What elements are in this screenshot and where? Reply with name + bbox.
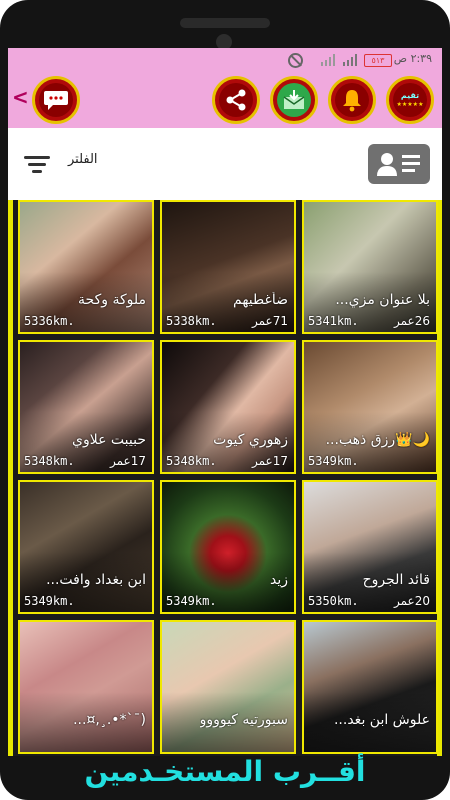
user-name: ضأغطيهم bbox=[233, 292, 288, 308]
user-card[interactable]: بلا عنوان مزي... 26عمر 5341km. bbox=[302, 200, 438, 334]
user-card[interactable]: علوش ابن بغد... bbox=[302, 620, 438, 754]
user-name: زهوري كيوت bbox=[213, 432, 288, 448]
user-age: 20عمر bbox=[394, 594, 430, 608]
user-age: 17عمر bbox=[252, 454, 288, 468]
user-name: سبورتيه كيوووو bbox=[199, 712, 288, 728]
user-age: 26عمر bbox=[394, 314, 430, 328]
notifications-button[interactable] bbox=[328, 76, 376, 124]
user-card[interactable]: سبورتيه كيوووو bbox=[160, 620, 296, 754]
vip-button[interactable]: تقيم ★★★★★ bbox=[386, 76, 434, 124]
filter-icon[interactable] bbox=[24, 154, 50, 174]
nearest-users-title: أقــرب المستخـدمين bbox=[84, 755, 366, 788]
user-distance: 5341km. bbox=[308, 314, 359, 328]
stars-icon: ★★★★★ bbox=[396, 101, 424, 108]
user-name: زيد bbox=[269, 572, 288, 588]
user-distance: 5349km. bbox=[166, 594, 217, 608]
vip-label: تقيم bbox=[400, 91, 420, 100]
user-distance: 5348km. bbox=[166, 454, 217, 468]
user-name: 🌙👑رزق ذهب... bbox=[325, 432, 430, 448]
share-button[interactable] bbox=[212, 76, 260, 124]
user-distance: 5349km. bbox=[308, 454, 359, 468]
user-name: قائد الجروح bbox=[362, 572, 430, 588]
chevron-left-icon[interactable]: < bbox=[12, 86, 29, 108]
user-name: ابن بغداد وافت... bbox=[46, 572, 146, 588]
user-distance: 5350km. bbox=[308, 594, 359, 608]
user-card[interactable]: (¯`*•.¸,¤... bbox=[18, 620, 154, 754]
user-name: (¯`*•.¸,¤... bbox=[73, 712, 146, 728]
user-distance: 5336km. bbox=[24, 314, 75, 328]
user-card[interactable]: حبيبت علاوي 17عمر 5348km. bbox=[18, 340, 154, 474]
do-not-disturb-icon bbox=[288, 53, 303, 68]
filter-label[interactable]: الفلتر bbox=[68, 152, 98, 167]
inbox-button[interactable] bbox=[270, 76, 318, 124]
user-name: ملوكة وكحة bbox=[78, 292, 146, 308]
battery-icon: ٥١٣ bbox=[364, 54, 392, 67]
contact-card-icon bbox=[377, 153, 420, 176]
user-card[interactable]: زيد 5349km. bbox=[160, 480, 296, 614]
phone-frame: ٢:٣٩ ص ٥١٣ < تقيم ★★★★★ الفلتر بلا عنوان… bbox=[0, 0, 450, 800]
bell-icon bbox=[343, 90, 361, 112]
user-distance: 5349km. bbox=[24, 594, 75, 608]
top-toolbar: < تقيم ★★★★★ bbox=[8, 72, 442, 128]
status-bar: ٢:٣٩ ص ٥١٣ bbox=[8, 48, 442, 72]
user-card[interactable]: ملوكة وكحة 5336km. bbox=[18, 200, 154, 334]
nearby-users-grid: بلا عنوان مزي... 26عمر 5341km. ضأغطيهم 7… bbox=[8, 200, 442, 756]
chat-bubble-icon bbox=[44, 91, 68, 110]
user-card[interactable]: ابن بغداد وافت... 5349km. bbox=[18, 480, 154, 614]
user-card[interactable]: ضأغطيهم 71عمر 5338km. bbox=[160, 200, 296, 334]
vip-badge-icon: تقيم ★★★★★ bbox=[397, 91, 424, 109]
user-distance: 5338km. bbox=[166, 314, 217, 328]
user-age: 71عمر bbox=[252, 314, 288, 328]
user-name: حبيبت علاوي bbox=[72, 432, 146, 448]
user-age: 17عمر bbox=[110, 454, 146, 468]
user-name: علوش ابن بغد... bbox=[333, 712, 430, 728]
status-time: ٢:٣٩ ص bbox=[393, 52, 432, 65]
mail-download-icon bbox=[283, 90, 305, 109]
speaker-grill bbox=[180, 18, 270, 28]
chat-button[interactable] bbox=[32, 76, 80, 124]
user-card[interactable]: زهوري كيوت 17عمر 5348km. bbox=[160, 340, 296, 474]
app-screen: ٢:٣٩ ص ٥١٣ < تقيم ★★★★★ الفلتر بلا عنوان… bbox=[8, 48, 442, 756]
user-card[interactable]: 🌙👑رزق ذهب... 5349km. bbox=[302, 340, 438, 474]
user-distance: 5348km. bbox=[24, 454, 75, 468]
user-name: بلا عنوان مزي... bbox=[335, 292, 430, 308]
filter-bar: الفلتر bbox=[8, 128, 442, 200]
signal-icon bbox=[343, 54, 357, 66]
share-icon bbox=[226, 89, 246, 111]
signal-icon-2 bbox=[321, 54, 335, 66]
user-card[interactable]: قائد الجروح 20عمر 5350km. bbox=[302, 480, 438, 614]
profile-card-button[interactable] bbox=[368, 144, 430, 184]
